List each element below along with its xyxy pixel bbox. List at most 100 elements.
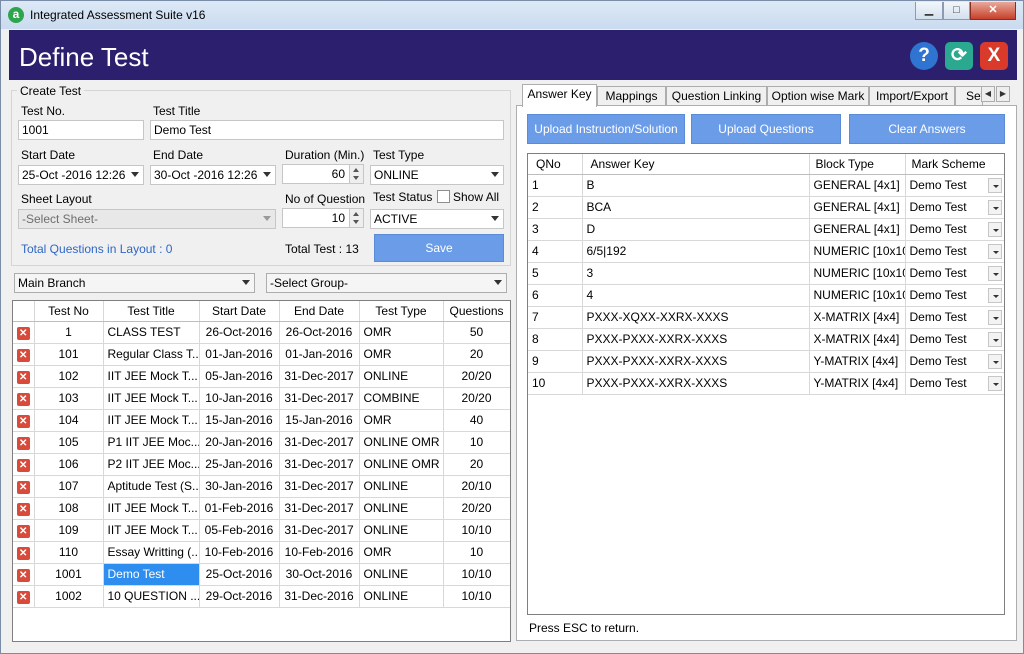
chevron-down-icon[interactable] xyxy=(987,177,1002,193)
tab-question-linking[interactable]: Question Linking xyxy=(666,86,767,106)
mark-scheme-select[interactable]: Demo Test xyxy=(905,218,1004,241)
show-all-checkbox[interactable] xyxy=(437,190,450,203)
chevron-down-icon[interactable] xyxy=(987,309,1002,325)
table-cell[interactable]: 9 xyxy=(528,350,583,373)
table-cell[interactable]: 109 xyxy=(34,519,104,542)
table-cell[interactable]: 102 xyxy=(34,365,104,388)
table-cell[interactable]: ONLINE xyxy=(359,475,444,498)
table-cell[interactable]: 01-Jan-2016 xyxy=(199,343,280,366)
table-cell[interactable]: NUMERIC [10x10] xyxy=(809,284,906,307)
table-cell[interactable]: D xyxy=(582,218,810,241)
chevron-down-icon[interactable] xyxy=(263,216,271,221)
table-cell[interactable]: GENERAL [4x1] xyxy=(809,174,906,197)
spin-buttons[interactable] xyxy=(349,165,363,183)
table-cell[interactable]: 25-Oct-2016 xyxy=(199,563,280,586)
branch-select[interactable]: Main Branch xyxy=(14,273,255,293)
chevron-down-icon[interactable] xyxy=(987,287,1002,303)
table-row[interactable]: ✕ 101 Regular Class T... 01-Jan-2016 01-Jan-… xyxy=(13,343,510,366)
table-cell[interactable]: 1 xyxy=(34,321,104,344)
delete-icon[interactable]: ✕ xyxy=(16,348,30,362)
table-cell[interactable]: PXXX-PXXX-XXRX-XXXS xyxy=(582,372,810,395)
mark-scheme-select[interactable]: Demo Test xyxy=(905,372,1004,395)
table-cell[interactable]: 31-Dec-2017 xyxy=(279,519,360,542)
table-cell[interactable]: 10/10 xyxy=(443,585,510,608)
table-cell[interactable]: IIT JEE Mock T... xyxy=(103,497,200,520)
table-cell[interactable]: ONLINE xyxy=(359,365,444,388)
table-cell[interactable]: 1 xyxy=(528,174,583,197)
table-cell[interactable]: COMBINE xyxy=(359,387,444,410)
table-cell[interactable]: 01-Feb-2016 xyxy=(199,497,280,520)
sheet-layout-select[interactable]: -Select Sheet- xyxy=(18,209,276,229)
table-cell[interactable]: 25-Jan-2016 xyxy=(199,453,280,476)
mark-scheme-select[interactable]: Demo Test xyxy=(905,262,1004,285)
chevron-down-icon[interactable] xyxy=(494,280,502,285)
table-cell[interactable]: 15-Jan-2016 xyxy=(279,409,360,432)
tests-grid[interactable]: Test No Test Title Start Date End Date T… xyxy=(12,300,511,642)
spin-down-icon[interactable] xyxy=(353,220,359,224)
table-cell[interactable]: 101 xyxy=(34,343,104,366)
delete-icon[interactable]: ✕ xyxy=(16,370,30,384)
table-cell[interactable]: 1001 xyxy=(34,563,104,586)
table-cell[interactable]: 110 xyxy=(34,541,104,564)
table-cell[interactable]: 26-Oct-2016 xyxy=(199,321,280,344)
table-cell[interactable]: 01-Jan-2016 xyxy=(279,343,360,366)
table-cell[interactable]: P2 IIT JEE Moc... xyxy=(103,453,200,476)
delete-icon[interactable]: ✕ xyxy=(16,436,30,450)
table-row[interactable]: ✕ 103 IIT JEE Mock T... 10-Jan-2016 31-Dec-2… xyxy=(13,387,510,410)
table-cell[interactable]: 103 xyxy=(34,387,104,410)
table-cell[interactable]: 4 xyxy=(582,284,810,307)
delete-icon[interactable]: ✕ xyxy=(16,414,30,428)
table-cell[interactable]: CLASS TEST xyxy=(103,321,200,344)
table-cell[interactable]: 05-Feb-2016 xyxy=(199,519,280,542)
table-row[interactable]: ✕ 109 IIT JEE Mock T... 05-Feb-2016 31-Dec-2… xyxy=(13,519,510,542)
duration-stepper[interactable]: 60 xyxy=(282,164,364,184)
chevron-down-icon[interactable] xyxy=(987,375,1002,391)
table-cell[interactable]: 108 xyxy=(34,497,104,520)
table-cell[interactable]: B xyxy=(582,174,810,197)
chevron-down-icon[interactable] xyxy=(987,265,1002,281)
table-row[interactable]: 10 PXXX-PXXX-XXRX-XXXS Y-MATRIX [4x4] Demo … xyxy=(528,372,1004,395)
delete-icon[interactable]: ✕ xyxy=(16,546,30,560)
table-cell[interactable]: 20-Jan-2016 xyxy=(199,431,280,454)
help-icon[interactable]: ? xyxy=(910,42,938,70)
start-date-picker[interactable]: 25-Oct -2016 12:26 xyxy=(18,165,144,185)
chevron-down-icon[interactable] xyxy=(491,172,499,177)
spin-up-icon[interactable] xyxy=(353,168,359,172)
delete-icon[interactable]: ✕ xyxy=(16,480,30,494)
table-row[interactable]: 2 BCA GENERAL [4x1] Demo Test xyxy=(528,196,1004,219)
chevron-down-icon[interactable] xyxy=(263,172,271,177)
table-row[interactable]: ✕ 104 IIT JEE Mock T... 15-Jan-2016 15-Jan-2… xyxy=(13,409,510,432)
table-cell[interactable]: 4 xyxy=(528,240,583,263)
table-cell[interactable]: 106 xyxy=(34,453,104,476)
table-cell[interactable]: 05-Jan-2016 xyxy=(199,365,280,388)
table-cell[interactable]: 2 xyxy=(528,196,583,219)
table-cell[interactable]: 20/20 xyxy=(443,387,510,410)
chevron-down-icon[interactable] xyxy=(131,172,139,177)
tab-scroll-left-icon[interactable]: ◀ xyxy=(981,86,995,102)
table-row[interactable]: ✕ 1001 Demo Test 25-Oct-2016 30-Oct-2016 ONLI… xyxy=(13,563,510,586)
table-cell[interactable]: 10 xyxy=(443,541,510,564)
save-button[interactable]: Save xyxy=(374,234,504,262)
table-cell[interactable]: 20/20 xyxy=(443,365,510,388)
column-header[interactable]: Test Type xyxy=(359,301,444,322)
column-header[interactable]: Test No xyxy=(34,301,104,322)
table-cell[interactable]: 30-Oct-2016 xyxy=(279,563,360,586)
mark-scheme-select[interactable]: Demo Test xyxy=(905,328,1004,351)
table-row[interactable]: 7 PXXX-XQXX-XXRX-XXXS X-MATRIX [4x4] Demo T… xyxy=(528,306,1004,329)
table-cell[interactable]: 15-Jan-2016 xyxy=(199,409,280,432)
delete-icon[interactable]: ✕ xyxy=(16,524,30,538)
table-cell[interactable]: 26-Oct-2016 xyxy=(279,321,360,344)
delete-icon[interactable]: ✕ xyxy=(16,458,30,472)
table-cell[interactable]: 31-Dec-2017 xyxy=(279,475,360,498)
table-cell[interactable]: X-MATRIX [4x4] xyxy=(809,328,906,351)
delete-icon[interactable]: ✕ xyxy=(16,502,30,516)
table-cell[interactable]: 30-Jan-2016 xyxy=(199,475,280,498)
no-question-stepper[interactable]: 10 xyxy=(282,208,364,228)
table-row[interactable]: 1 B GENERAL [4x1] Demo Test xyxy=(528,174,1004,197)
table-cell[interactable]: 29-Oct-2016 xyxy=(199,585,280,608)
table-cell[interactable]: GENERAL [4x1] xyxy=(809,196,906,219)
maximize-button[interactable]: □ xyxy=(943,2,970,20)
end-date-picker[interactable]: 30-Oct -2016 12:26 xyxy=(150,165,276,185)
table-cell[interactable]: ONLINE xyxy=(359,519,444,542)
table-cell[interactable]: 10-Feb-2016 xyxy=(199,541,280,564)
